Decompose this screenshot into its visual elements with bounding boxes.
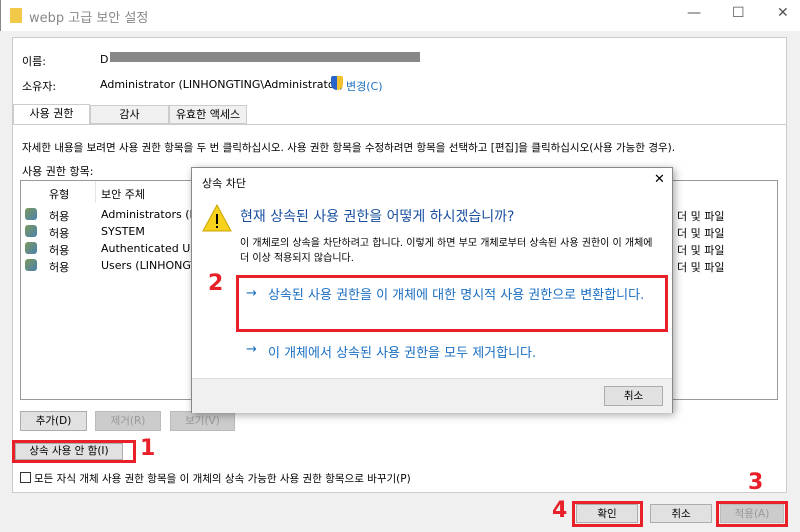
user-group-icon <box>25 208 37 220</box>
user-group-icon <box>25 225 37 237</box>
remove-permissions-option[interactable]: 이 개체에서 상속된 사용 권한을 모두 제거합니다. <box>268 342 536 361</box>
row-applies: 더 및 파일 <box>677 210 725 223</box>
row-type: 허용 <box>49 261 70 274</box>
annotation-4: 4 <box>552 498 568 523</box>
column-type[interactable]: 유형 <box>49 186 69 202</box>
instructions-text: 자세한 내용을 보려면 사용 권한 항목을 두 번 클릭하십시오. 사용 권한 … <box>22 142 676 154</box>
convert-permissions-option[interactable]: 상속된 사용 권한을 이 개체에 대한 명시적 사용 권한으로 변환합니다. <box>268 286 660 305</box>
replace-checkbox[interactable] <box>20 472 31 483</box>
row-type: 허용 <box>49 210 70 223</box>
tab-effective-access[interactable]: 유효한 액세스 <box>169 105 247 124</box>
owner-value: Administrator (LINHONGTING\Administrator… <box>100 78 344 91</box>
tab-audit[interactable]: 감사 <box>90 105 169 124</box>
dialog-question: 현재 상속된 사용 권한을 어떻게 하시겠습니까? <box>240 209 515 225</box>
annotation-3: 3 <box>748 470 764 495</box>
redacted-name <box>110 52 420 62</box>
row-applies: 더 및 파일 <box>677 261 725 274</box>
row-principal: SYSTEM <box>101 225 145 238</box>
annotation-2: 2 <box>208 271 224 296</box>
dialog-title: 상속 차단 <box>202 177 246 190</box>
name-value: D <box>100 53 109 66</box>
ok-button[interactable]: 확인 <box>576 504 638 523</box>
tab-permissions[interactable]: 사용 권한 <box>13 104 90 125</box>
entries-label: 사용 권한 항목: <box>22 165 94 178</box>
owner-change-link[interactable]: 변경(C) <box>346 78 383 94</box>
title-bar: webp 고급 보안 설정 — ☐ ✕ <box>0 0 800 31</box>
remove-button[interactable]: 제거(R) <box>95 411 161 431</box>
dialog-footer: 취소 <box>192 378 672 413</box>
tab-divider <box>12 124 787 125</box>
block-inheritance-dialog: 상속 차단 ✕ 현재 상속된 사용 권한을 어떻게 하시겠습니까? 이 개체로의… <box>191 167 673 413</box>
row-applies: 더 및 파일 <box>677 244 725 257</box>
replace-checkbox-label: 모든 자식 개체 사용 권한 항목을 이 개체의 상속 가능한 사용 권한 항목… <box>34 473 411 485</box>
close-button[interactable]: ✕ <box>777 5 789 21</box>
arrow-icon: → <box>246 342 257 357</box>
maximize-button[interactable]: ☐ <box>732 5 745 21</box>
name-label: 이름: <box>22 55 46 68</box>
user-group-icon <box>25 259 37 271</box>
owner-label: 소유자: <box>22 80 57 93</box>
warning-icon <box>202 204 232 232</box>
cancel-button[interactable]: 취소 <box>650 504 712 523</box>
apply-button[interactable]: 적용(A) <box>720 504 784 523</box>
dialog-cancel-button[interactable]: 취소 <box>604 386 663 406</box>
disable-inheritance-button[interactable]: 상속 사용 안 함(I) <box>15 443 123 460</box>
folder-icon <box>10 8 22 23</box>
row-type: 허용 <box>49 227 70 240</box>
column-principal[interactable]: 보안 주체 <box>101 186 145 202</box>
minimize-button[interactable]: — <box>687 5 701 21</box>
add-button[interactable]: 추가(D) <box>20 411 87 431</box>
row-applies: 더 및 파일 <box>677 227 725 240</box>
user-group-icon <box>25 242 37 254</box>
view-button[interactable]: 보기(V) <box>170 411 235 431</box>
window-title: webp 고급 보안 설정 <box>29 11 149 26</box>
arrow-icon: → <box>246 286 257 301</box>
shield-icon <box>331 76 343 90</box>
annotation-1: 1 <box>140 436 156 461</box>
dialog-close-button[interactable]: ✕ <box>654 172 665 187</box>
row-type: 허용 <box>49 244 70 257</box>
dialog-description: 이 개체로의 상속을 차단하려고 합니다. 이렇게 하면 부모 개체로부터 상속… <box>240 238 653 264</box>
